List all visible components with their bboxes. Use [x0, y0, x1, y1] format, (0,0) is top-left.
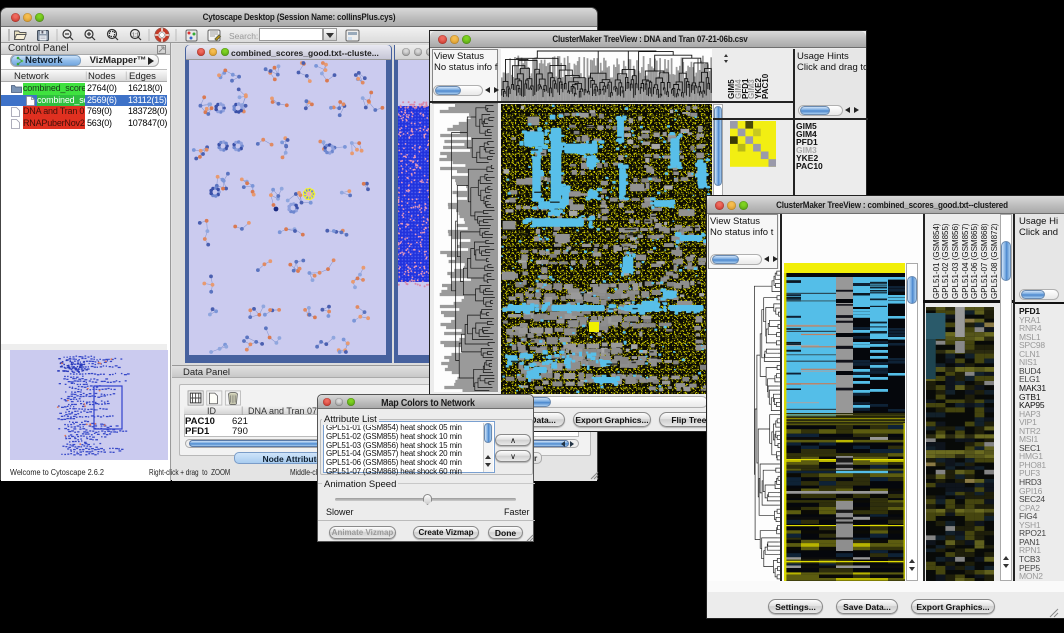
svg-text:1:1: 1:1: [132, 33, 139, 39]
